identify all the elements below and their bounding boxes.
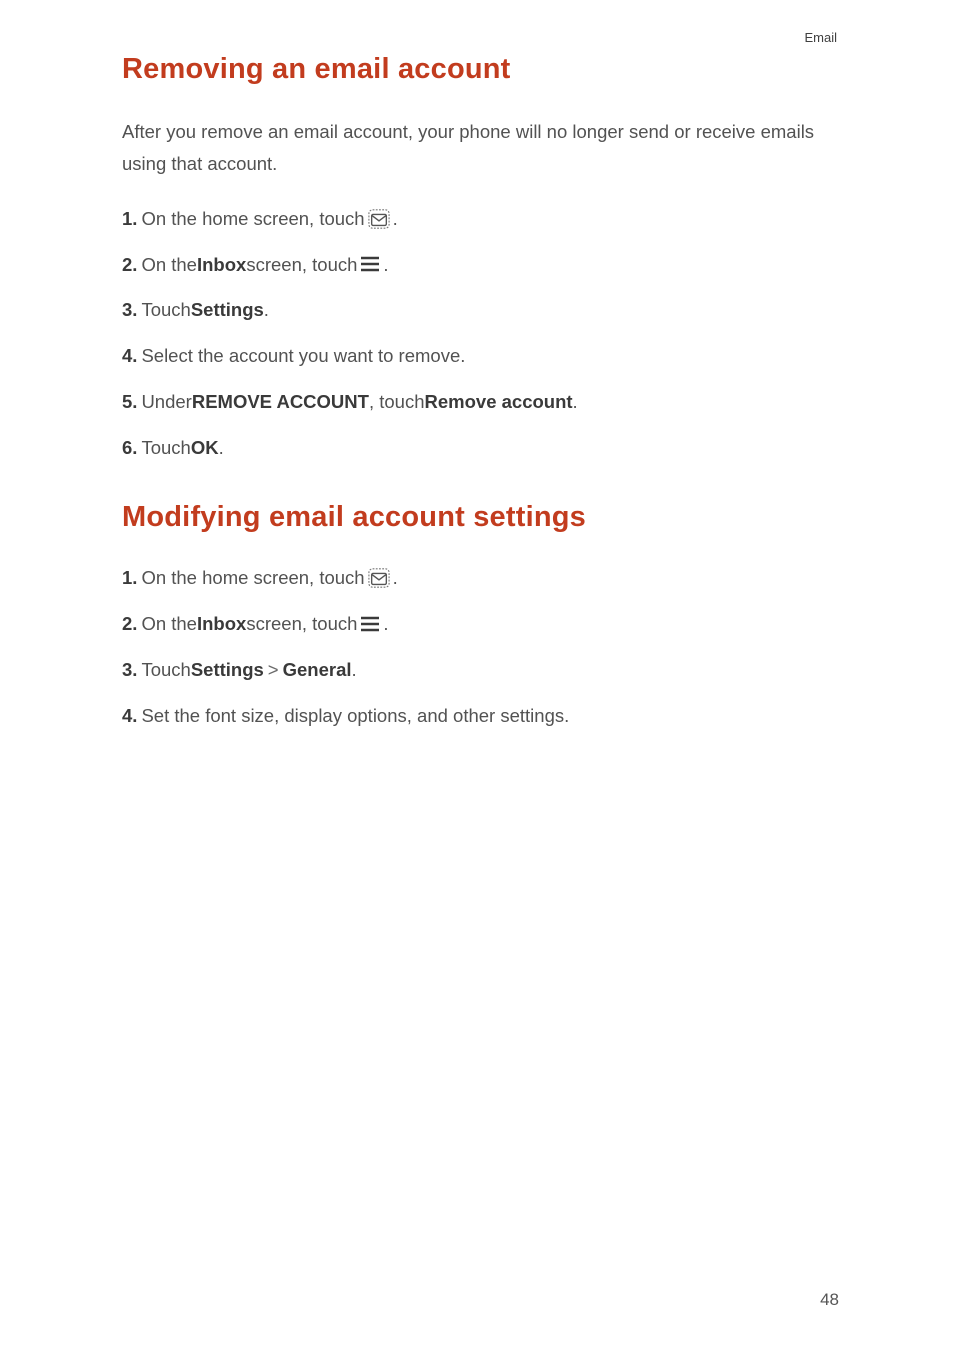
step-text: Touch (141, 656, 190, 684)
section2-steps: 1. On the home screen, touch . 2. On the… (122, 564, 839, 729)
step-item: 3. Touch Settings > General . (122, 656, 839, 684)
step-text: Under (141, 388, 191, 416)
menu-icon (360, 256, 380, 272)
step-item: 4. Select the account you want to remove… (122, 342, 839, 370)
email-icon (368, 208, 390, 230)
step-number: 4. (122, 702, 137, 730)
step-text-post: . (352, 656, 357, 684)
step-number: 2. (122, 251, 137, 279)
step-text-post: . (393, 564, 398, 592)
step-text: On the home screen, touch (141, 205, 364, 233)
step-bold: Settings (191, 656, 264, 684)
section1-title: Removing an email account (122, 53, 839, 86)
page-number: 48 (820, 1290, 839, 1310)
step-text: Set the font size, display options, and … (141, 702, 569, 730)
step-bold: General (283, 656, 352, 684)
step-bold: Inbox (197, 251, 246, 279)
step-item: 1. On the home screen, touch . (122, 205, 839, 233)
step-text: On the (141, 251, 197, 279)
step-number: 4. (122, 342, 137, 370)
section2-title: Modifying email account settings (122, 501, 839, 534)
section1-steps: 1. On the home screen, touch . 2. On the… (122, 205, 839, 462)
step-number: 1. (122, 564, 137, 592)
step-item: 6. Touch OK . (122, 434, 839, 462)
step-text-post: . (219, 434, 224, 462)
step-number: 1. (122, 205, 137, 233)
step-text: On the (141, 610, 197, 638)
section1-intro: After you remove an email account, your … (122, 116, 839, 181)
step-number: 6. (122, 434, 137, 462)
breadcrumb-separator: > (268, 656, 279, 684)
step-bold: Remove account (425, 388, 573, 416)
step-text: Select the account you want to remove. (141, 342, 465, 370)
step-text-mid: screen, touch (246, 251, 357, 279)
step-text-post: . (573, 388, 578, 416)
step-item: 1. On the home screen, touch . (122, 564, 839, 592)
step-text-post: . (393, 205, 398, 233)
step-number: 2. (122, 610, 137, 638)
step-item: 3. Touch Settings . (122, 296, 839, 324)
step-text: Touch (141, 296, 190, 324)
step-text-post: . (264, 296, 269, 324)
step-text-post: . (383, 610, 388, 638)
menu-icon (360, 616, 380, 632)
step-text: Touch (141, 434, 190, 462)
step-text-mid: screen, touch (246, 610, 357, 638)
step-text-post: . (383, 251, 388, 279)
step-text-mid: , touch (369, 388, 425, 416)
step-number: 3. (122, 656, 137, 684)
step-bold: REMOVE ACCOUNT (192, 388, 369, 416)
step-item: 2. On the Inbox screen, touch . (122, 610, 839, 638)
step-text: On the home screen, touch (141, 564, 364, 592)
step-item: 2. On the Inbox screen, touch . (122, 251, 839, 279)
step-item: 5. Under REMOVE ACCOUNT , touch Remove a… (122, 388, 839, 416)
step-number: 3. (122, 296, 137, 324)
step-item: 4. Set the font size, display options, a… (122, 702, 839, 730)
header-category: Email (122, 30, 839, 45)
step-bold: Settings (191, 296, 264, 324)
email-icon (368, 567, 390, 589)
step-number: 5. (122, 388, 137, 416)
step-bold: OK (191, 434, 219, 462)
step-bold: Inbox (197, 610, 246, 638)
